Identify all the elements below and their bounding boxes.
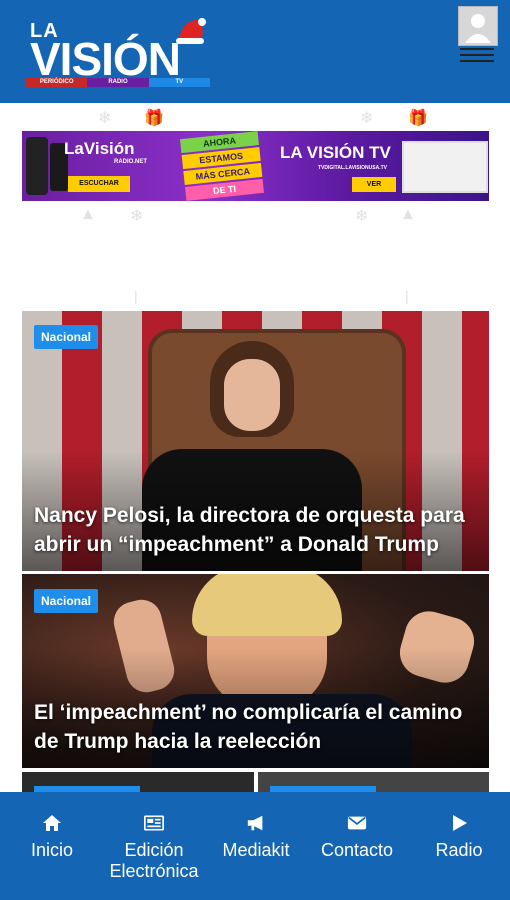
tv-image: [402, 141, 488, 193]
snowflake-icon: ❄: [360, 110, 374, 127]
nav-label: Inicio: [30, 840, 74, 860]
article-card[interactable]: Nacional El ‘impeachment’ no complicaría…: [22, 574, 489, 768]
snowflake-icon: ❄: [98, 110, 112, 127]
nav-item-radio[interactable]: Radio: [408, 792, 510, 900]
menu-line: [460, 60, 494, 62]
face-shape: [224, 359, 280, 431]
nav-item-contacto[interactable]: Contacto: [306, 792, 408, 900]
santa-hat-icon: [176, 18, 206, 44]
radio-subtitle: RADIO.NET: [114, 159, 147, 165]
bottom-navigation: Inicio Edición Electrónica Mediakit Cont…: [0, 792, 510, 900]
megaphone-icon: [246, 814, 266, 832]
play-icon: [449, 814, 469, 832]
article-headline[interactable]: Nancy Pelosi, la directora de orquesta p…: [34, 501, 477, 559]
article-headline[interactable]: El ‘impeachment’ no complicaría el camin…: [34, 698, 477, 756]
menu-line: [460, 54, 494, 56]
promo-banner[interactable]: LaVisión RADIO.NET ESCUCHAR AHORA ESTAMO…: [22, 131, 489, 201]
tree-icon: ▲: [400, 206, 416, 223]
banner-message: AHORA ESTAMOS MÁS CERCA DE TI: [174, 131, 270, 201]
user-icon: [465, 14, 491, 43]
logo-bar-radio: RADIO: [87, 78, 149, 87]
nav-label: Mediakit: [222, 840, 290, 860]
snowflake-icon: ❄: [355, 208, 369, 225]
nav-label: Edición Electrónica: [109, 840, 199, 881]
user-avatar[interactable]: [458, 6, 498, 46]
nav-label: Radio: [435, 840, 483, 860]
snowflake-icon: ❄: [130, 208, 144, 225]
logo-bar-tv: TV: [148, 78, 210, 87]
home-icon: [42, 814, 62, 832]
hair-shape: [192, 574, 342, 636]
tree-icon: ▲: [80, 206, 96, 223]
category-badge[interactable]: Nacional: [34, 589, 99, 613]
gift-icon: 🎁: [144, 110, 164, 127]
nav-item-inicio[interactable]: Inicio: [0, 792, 104, 900]
watch-button[interactable]: VER: [352, 177, 396, 192]
menu-line: [460, 48, 494, 50]
envelope-icon: [347, 814, 367, 832]
listen-button[interactable]: ESCUCHAR: [68, 176, 130, 192]
nav-label: Contacto: [320, 840, 394, 860]
divider-tick: |: [134, 288, 138, 304]
category-badge[interactable]: Nacional: [34, 325, 99, 349]
phone-image: [26, 137, 48, 195]
nav-item-mediakit[interactable]: Mediakit: [206, 792, 306, 900]
site-logo[interactable]: LA VISIÓN PERIÓDICO RADIO TV: [26, 14, 216, 92]
tv-logo: LA VISIÓN TV: [280, 143, 391, 162]
nav-item-edicion[interactable]: Edición Electrónica: [100, 792, 208, 900]
divider-tick: |: [405, 288, 409, 304]
gift-icon: 🎁: [408, 110, 428, 127]
newspaper-icon: [144, 814, 164, 832]
logo-bar-periodico: PERIÓDICO: [26, 78, 88, 87]
tv-url: TVDIGITAL.LAVISIONUSA.TV: [318, 165, 387, 171]
logo-underline: PERIÓDICO RADIO TV: [26, 78, 210, 87]
radio-logo: LaVisión: [64, 139, 135, 158]
hamburger-menu-button[interactable]: [458, 44, 496, 64]
app-header: LA VISIÓN PERIÓDICO RADIO TV: [0, 0, 510, 103]
article-card[interactable]: Nacional Nancy Pelosi, la directora de o…: [22, 311, 489, 571]
